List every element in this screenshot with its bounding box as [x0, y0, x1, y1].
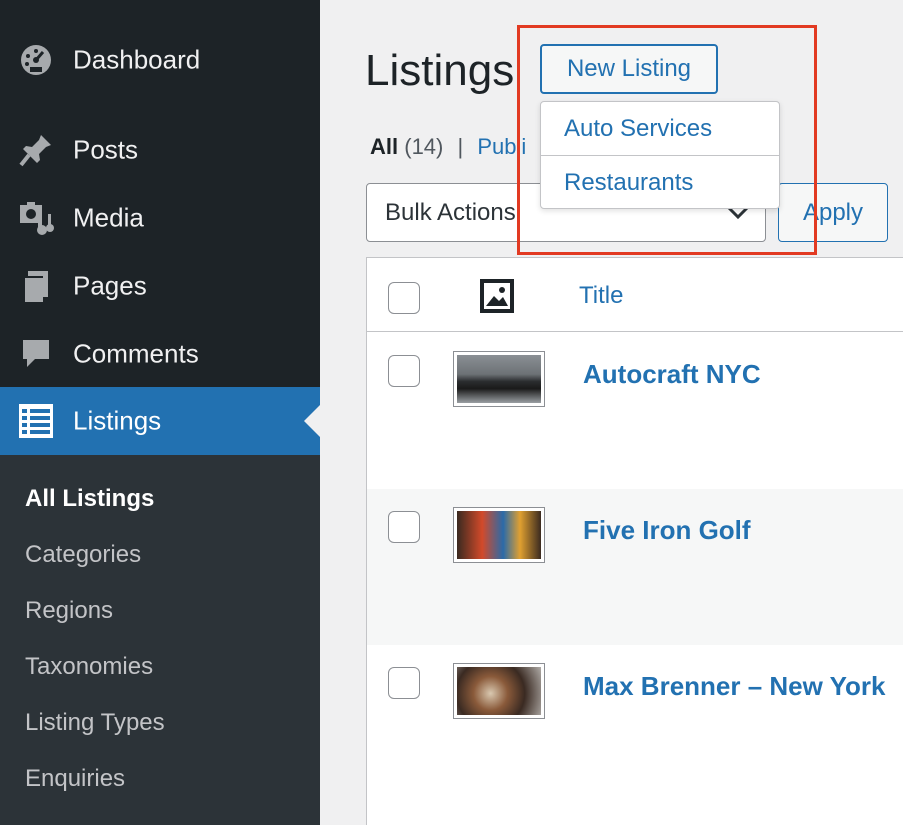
media-icon — [18, 200, 54, 236]
title-column-header[interactable]: Title — [579, 282, 623, 310]
row-checkbox[interactable] — [388, 355, 420, 387]
list-icon — [18, 403, 54, 439]
listing-thumbnail[interactable] — [453, 507, 545, 563]
submenu-listing-types[interactable]: Listing Types — [25, 709, 165, 737]
sidebar-item-dashboard[interactable]: Dashboard — [0, 26, 320, 94]
sidebar-item-label: Posts — [73, 134, 139, 165]
status-filters: All (14) | Publi — [370, 134, 526, 160]
sidebar-item-label: Dashboard — [73, 44, 201, 75]
admin-sidebar: Dashboard Posts Media Pages Comments Lis… — [0, 0, 320, 825]
listing-thumbnail[interactable] — [453, 663, 545, 719]
table-header: Title — [367, 258, 903, 332]
sidebar-item-pages[interactable]: Pages — [0, 252, 320, 320]
submenu-enquiries[interactable]: Enquiries — [25, 765, 125, 793]
comment-icon — [18, 336, 54, 372]
row-checkbox[interactable] — [388, 511, 420, 543]
submenu-taxonomies[interactable]: Taxonomies — [25, 653, 153, 681]
table-row: Five Iron Golf — [367, 489, 903, 645]
sidebar-item-label: Media — [73, 202, 144, 233]
sidebar-item-media[interactable]: Media — [0, 184, 320, 252]
listing-title-link[interactable]: Autocraft NYC — [583, 355, 903, 393]
submenu-regions[interactable]: Regions — [25, 597, 113, 625]
image-column-icon — [479, 278, 515, 319]
table-row: Max Brenner – New York — [367, 645, 903, 801]
row-checkbox[interactable] — [388, 667, 420, 699]
highlight-annotation — [517, 25, 817, 255]
filter-all-count: (14) — [404, 134, 444, 159]
sidebar-item-listings[interactable]: Listings — [0, 387, 320, 455]
sidebar-item-label: Pages — [73, 270, 147, 301]
listing-title-link[interactable]: Five Iron Golf — [583, 511, 903, 549]
listings-submenu: All Listings Categories Regions Taxonomi… — [0, 455, 320, 825]
page-title: Listings — [365, 46, 515, 95]
pages-icon — [18, 268, 54, 304]
listings-table: Title Autocraft NYC Five Iron Golf Max B… — [366, 257, 903, 825]
dashboard-icon — [18, 42, 54, 78]
sidebar-item-label: Comments — [73, 338, 199, 369]
filter-all[interactable]: All — [370, 134, 398, 159]
table-row: Autocraft NYC — [367, 333, 903, 489]
sidebar-item-comments[interactable]: Comments — [0, 320, 320, 388]
sidebar-item-label: Listings — [73, 405, 162, 436]
sidebar-item-posts[interactable]: Posts — [0, 116, 320, 184]
listing-title-link[interactable]: Max Brenner – New York — [583, 667, 903, 705]
submenu-categories[interactable]: Categories — [25, 541, 141, 569]
listing-thumbnail[interactable] — [453, 351, 545, 407]
filter-separator: | — [457, 134, 464, 159]
bulk-actions-value: Bulk Actions — [385, 198, 516, 226]
submenu-all-listings[interactable]: All Listings — [25, 485, 154, 513]
select-all-checkbox[interactable] — [388, 282, 420, 314]
pin-icon — [18, 132, 54, 168]
